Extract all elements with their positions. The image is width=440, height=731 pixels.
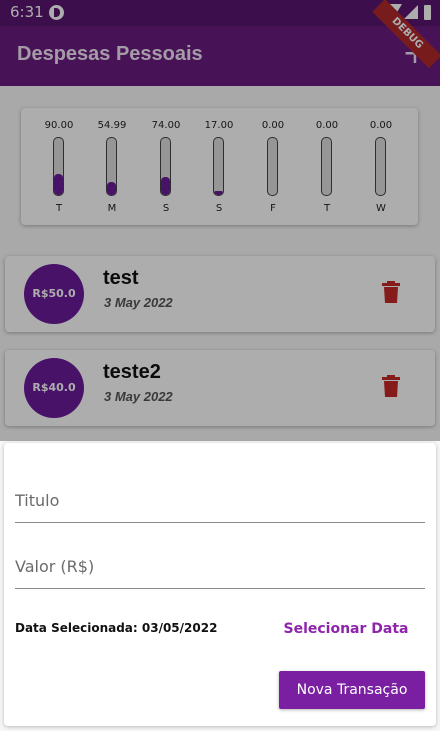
transaction-form: Data Selecionada: 03/05/2022 Selecionar … [4, 443, 436, 726]
value-input[interactable] [15, 544, 425, 588]
selected-date-label: Data Selecionada: 03/05/2022 [15, 621, 218, 635]
value-field [15, 544, 425, 589]
title-field [15, 478, 425, 523]
title-input[interactable] [15, 478, 425, 522]
new-transaction-button[interactable]: Nova Transação [279, 671, 425, 709]
new-transaction-sheet: Data Selecionada: 03/05/2022 Selecionar … [0, 441, 440, 731]
select-date-button[interactable]: Selecionar Data [278, 615, 414, 643]
